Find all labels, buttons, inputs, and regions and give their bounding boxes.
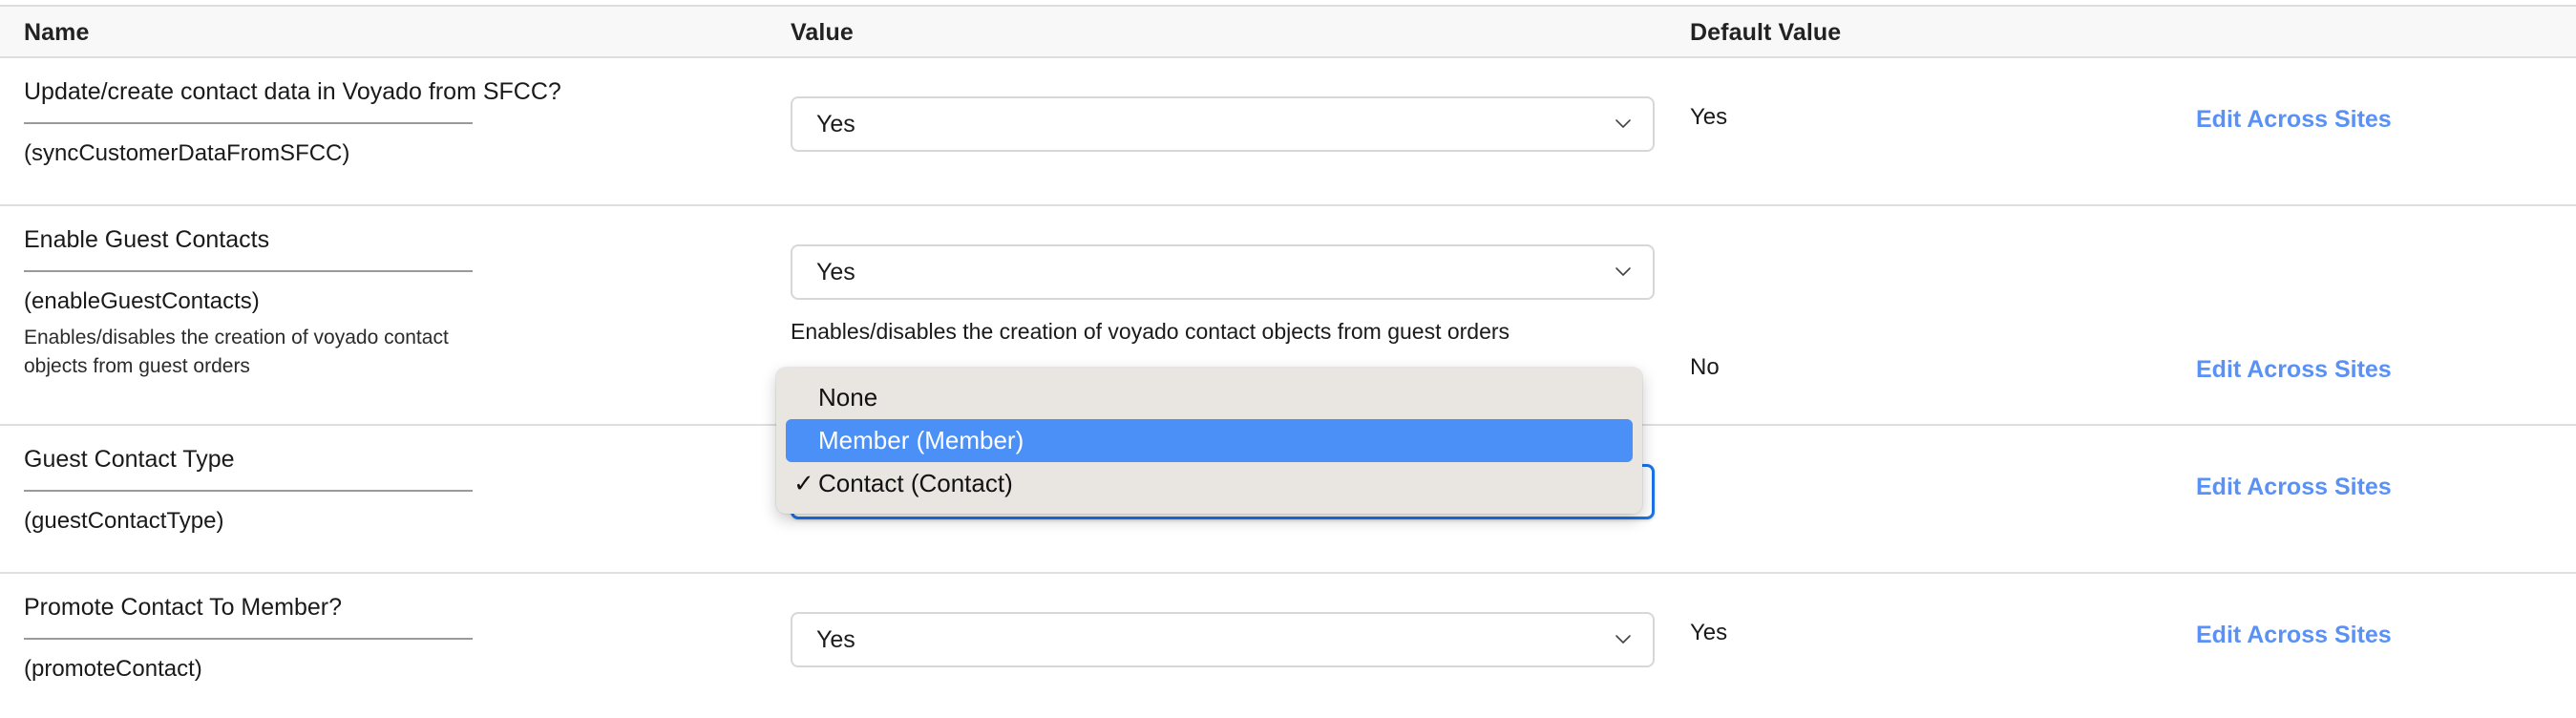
table-header-row: Name Value Default Value — [0, 5, 2576, 58]
setting-key: (enableGuestContacts) — [24, 288, 260, 314]
edit-across-sites-link[interactable]: Edit Across Sites — [2196, 58, 2392, 134]
setting-title: Enable Guest Contacts — [24, 226, 270, 253]
value-select-promote-contact[interactable]: Yes — [791, 612, 1655, 667]
default-value-cell: No — [1690, 354, 1720, 380]
value-cell: Yes — [791, 574, 1659, 667]
setting-description: Enables/disables the creation of voyado … — [24, 327, 449, 377]
default-value-cell: Yes — [1690, 104, 1728, 130]
value-select-sync-customer-data[interactable]: Yes — [791, 96, 1655, 152]
chevron-down-icon — [1615, 264, 1632, 281]
name-cell: Update/create contact data in Voyado fro… — [24, 58, 750, 168]
value-cell: Yes Enables/disables the creation of voy… — [791, 206, 1659, 346]
value-cell: Yes — [791, 58, 1659, 152]
settings-table: Name Value Default Value Update/create c… — [0, 0, 2576, 718]
setting-key: (promoteContact) — [24, 656, 202, 682]
name-cell: Guest Contact Type (guestContactType) — [24, 426, 750, 536]
select-value-label: Yes — [816, 258, 855, 285]
checkmark-icon: ✓ — [793, 469, 814, 497]
default-value-cell — [1690, 426, 2186, 472]
dropdown-option-contact[interactable]: ✓ Contact (Contact) — [776, 462, 1642, 505]
guest-contact-type-dropdown-menu[interactable]: None Member (Member) ✓ Contact (Contact) — [776, 368, 1642, 514]
name-cell: Enable Guest Contacts (enableGuestContac… — [24, 206, 750, 381]
edit-across-sites-link[interactable]: Edit Across Sites — [2196, 574, 2392, 649]
table-row: Update/create contact data in Voyado fro… — [0, 58, 2576, 206]
value-select-enable-guest-contacts[interactable]: Yes — [791, 244, 1655, 300]
column-header-default-value: Default Value — [1690, 19, 1842, 46]
value-description: Enables/disables the creation of voyado … — [791, 319, 1510, 344]
setting-title: Update/create contact data in Voyado fro… — [24, 78, 561, 105]
table-row: Promote Contact To Member? (promoteConta… — [0, 574, 2576, 718]
select-value-label: Yes — [816, 110, 855, 137]
chevron-down-icon — [1615, 116, 1632, 133]
chevron-down-icon — [1615, 631, 1632, 648]
setting-key: (syncCustomerDataFromSFCC) — [24, 140, 350, 166]
setting-key: (guestContactType) — [24, 508, 224, 534]
dropdown-option-label: None — [818, 383, 878, 412]
dropdown-option-none[interactable]: None — [776, 376, 1642, 419]
select-value-label: Yes — [816, 625, 855, 653]
dropdown-option-label: Member (Member) — [818, 426, 1024, 454]
column-header-name: Name — [24, 19, 90, 46]
edit-across-sites-link[interactable]: Edit Across Sites — [2196, 206, 2392, 384]
setting-title: Promote Contact To Member? — [24, 594, 343, 621]
dropdown-option-member[interactable]: Member (Member) — [786, 419, 1633, 462]
setting-title: Guest Contact Type — [24, 446, 235, 473]
default-value-cell: Yes — [1690, 620, 1728, 645]
edit-across-sites-link[interactable]: Edit Across Sites — [2196, 426, 2392, 501]
column-header-value: Value — [791, 19, 854, 46]
name-cell: Promote Contact To Member? (promoteConta… — [24, 574, 750, 684]
dropdown-option-label: Contact (Contact) — [818, 469, 1013, 497]
